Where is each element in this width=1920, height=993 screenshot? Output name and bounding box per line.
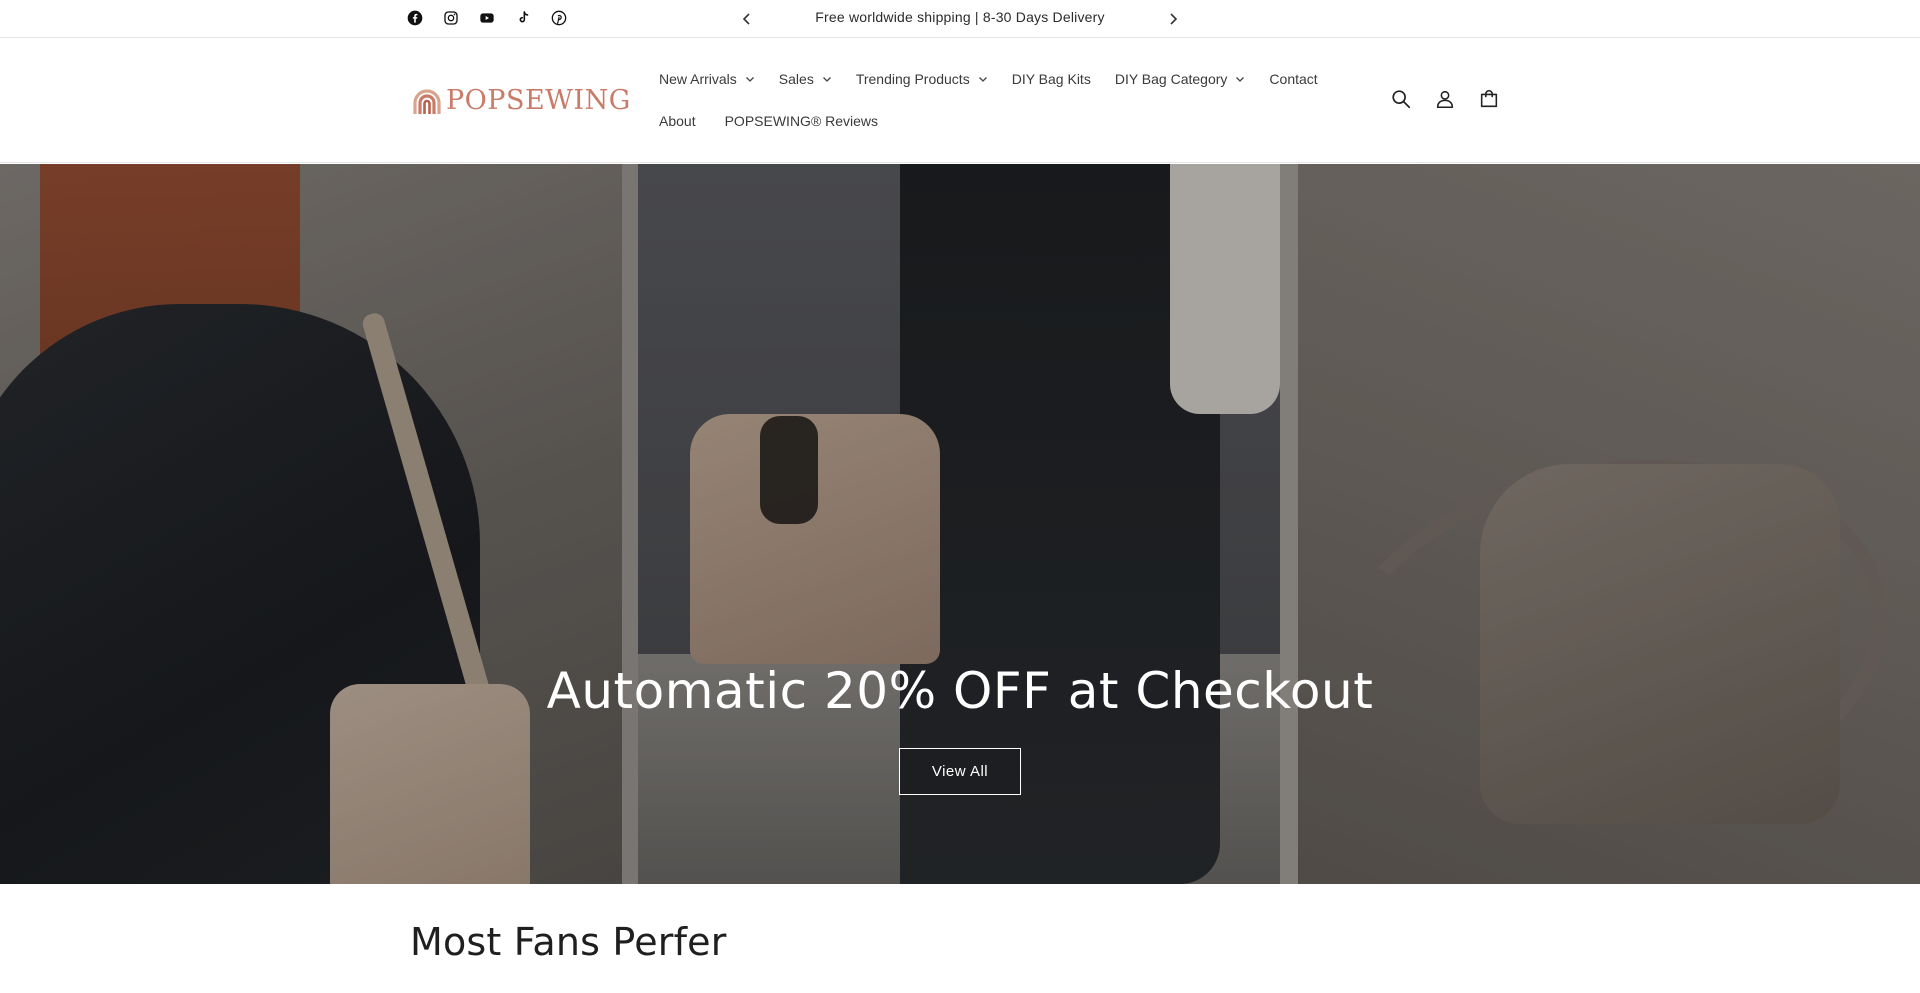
hero-title: Automatic 20% OFF at Checkout: [546, 662, 1374, 720]
nav-trending-products[interactable]: Trending Products: [856, 69, 988, 89]
nav-label: Sales: [778, 71, 814, 87]
nav-label: Trending Products: [855, 71, 970, 87]
rainbow-logo-icon: [413, 88, 441, 114]
view-all-button[interactable]: View All: [899, 748, 1021, 795]
chevron-down-icon: [745, 77, 754, 82]
nav-diy-bag-kits[interactable]: DIY Bag Kits: [1012, 69, 1091, 89]
header-icons: [1390, 87, 1500, 111]
nav-diy-bag-category[interactable]: DIY Bag Category: [1115, 69, 1246, 89]
social-links: [406, 7, 568, 29]
nav-contact[interactable]: Contact: [1269, 69, 1317, 89]
nav-label: POPSEWING® Reviews: [724, 113, 879, 129]
instagram-icon[interactable]: [442, 7, 460, 29]
chevron-right-icon[interactable]: [1163, 9, 1183, 29]
nav-label: DIY Bag Kits: [1011, 71, 1091, 87]
chevron-down-icon: [978, 77, 987, 82]
chevron-down-icon: [1236, 77, 1245, 82]
site-header: POPSEWING New Arrivals Sales Trending Pr…: [0, 39, 1920, 163]
nav-label: About: [659, 113, 696, 129]
youtube-icon[interactable]: [478, 7, 496, 29]
nav-label: Contact: [1269, 71, 1318, 87]
nav-label: New Arrivals: [659, 71, 737, 87]
main-nav-row1: New Arrivals Sales Trending Products DIY…: [659, 69, 1342, 89]
logo-text: POPSEWING: [446, 85, 631, 116]
chevron-left-icon[interactable]: [737, 9, 757, 29]
announcement-text: Free worldwide shipping | 8-30 Days Deli…: [815, 9, 1105, 25]
hero-banner[interactable]: Automatic 20% OFF at Checkout View All: [0, 164, 1920, 884]
nav-about[interactable]: About: [659, 111, 696, 131]
site-logo[interactable]: POPSEWING: [412, 85, 631, 116]
search-icon[interactable]: [1390, 87, 1412, 111]
nav-new-arrivals[interactable]: New Arrivals: [659, 69, 755, 89]
nav-reviews[interactable]: POPSEWING® Reviews: [725, 111, 878, 131]
account-icon[interactable]: [1434, 87, 1456, 111]
facebook-icon[interactable]: [406, 7, 424, 29]
pinterest-icon[interactable]: [550, 7, 568, 29]
main-nav-row2: About POPSEWING® Reviews: [659, 111, 907, 131]
nav-label: DIY Bag Category: [1114, 71, 1228, 87]
section-title: Most Fans Perfer: [410, 920, 727, 964]
chevron-down-icon: [822, 77, 831, 82]
nav-sales[interactable]: Sales: [779, 69, 832, 89]
cart-icon[interactable]: [1478, 87, 1500, 111]
tiktok-icon[interactable]: [514, 7, 532, 29]
announcement-bar: Free worldwide shipping | 8-30 Days Deli…: [0, 0, 1920, 38]
